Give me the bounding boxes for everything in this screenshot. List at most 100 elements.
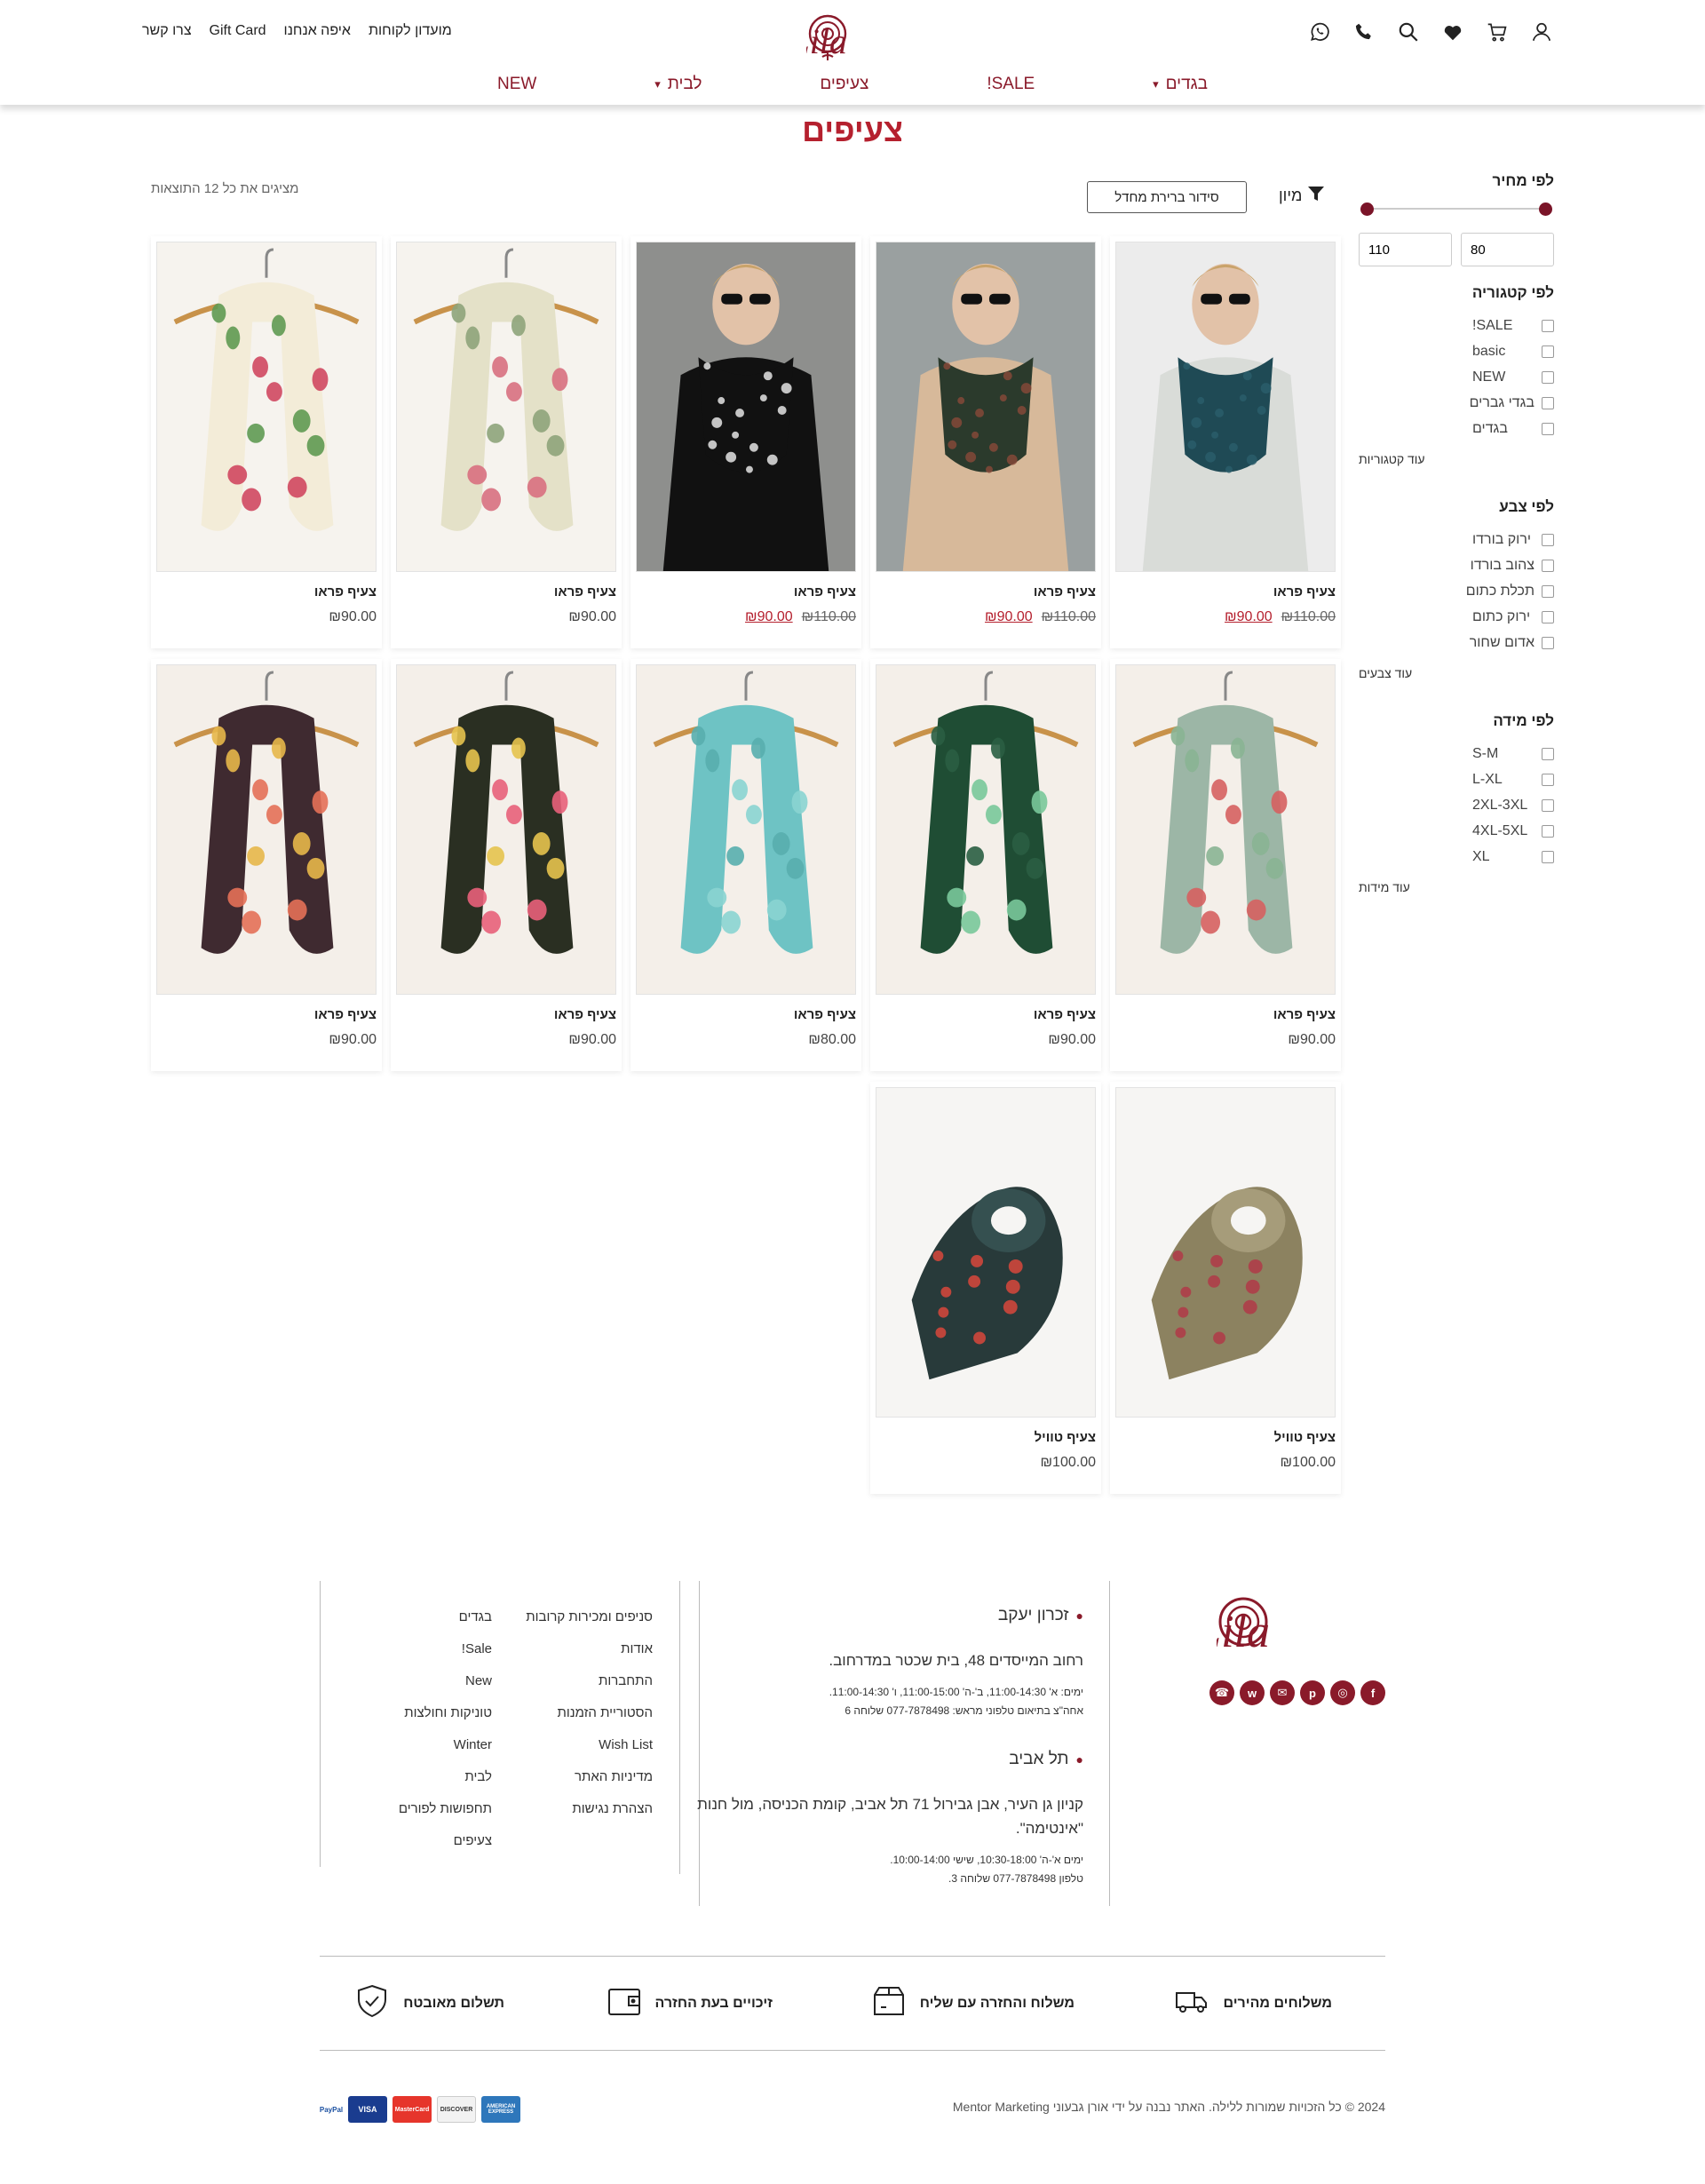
more-categories-link[interactable]: עוד קטגוריות <box>1359 452 1554 466</box>
product-image[interactable] <box>1115 1087 1336 1418</box>
product-card[interactable]: צעיף פראו ₪110.00 ₪90.00 <box>630 236 861 648</box>
footer-link[interactable]: Sale! <box>399 1641 492 1673</box>
price-slider-max-handle[interactable] <box>1539 203 1552 216</box>
product-card[interactable]: צעיף פראו ₪80.00 <box>630 659 861 1071</box>
price-slider[interactable] <box>1359 201 1554 217</box>
email-icon[interactable]: ✉ <box>1270 1680 1295 1705</box>
product-card[interactable]: צעיף טוויל ₪100.00 <box>1110 1082 1341 1494</box>
checkbox[interactable] <box>1542 850 1554 863</box>
search-icon[interactable] <box>1396 20 1421 44</box>
product-image[interactable] <box>636 242 856 572</box>
gift-card-link[interactable]: Gift Card <box>210 23 266 39</box>
whatsapp-icon[interactable] <box>1307 20 1332 44</box>
product-image[interactable] <box>876 664 1096 995</box>
footer-link[interactable]: New <box>399 1673 492 1705</box>
store-locations-link[interactable]: איפה אנחנו <box>284 23 351 39</box>
footer-link[interactable]: תחפושות לפורים <box>399 1801 492 1833</box>
footer-link[interactable]: טוניקות וחולצות <box>399 1705 492 1737</box>
nav-item-new[interactable]: NEW <box>497 75 536 94</box>
price-max-input[interactable] <box>1359 233 1452 266</box>
product-name[interactable]: צעיף פראו <box>1034 584 1096 600</box>
product-name[interactable]: צעיף פראו <box>314 1007 377 1022</box>
footer-link[interactable]: Wish List <box>526 1737 653 1769</box>
filter-option[interactable]: S-M <box>1359 741 1554 766</box>
filter-option[interactable]: 4XL-5XL <box>1359 818 1554 844</box>
price-min-input[interactable] <box>1461 233 1554 266</box>
footer-link[interactable]: הסטוריית הזמנות <box>526 1705 653 1737</box>
heart-icon[interactable] <box>1440 20 1465 44</box>
product-name[interactable]: צעיף פראו <box>794 1007 856 1022</box>
instagram-icon[interactable]: ◎ <box>1330 1680 1355 1705</box>
checkbox[interactable] <box>1542 584 1554 598</box>
product-name[interactable]: צעיף פראו <box>554 1007 616 1022</box>
product-image[interactable] <box>156 242 377 572</box>
filter-option[interactable]: אדום שחור <box>1359 630 1554 655</box>
footer-link[interactable]: הצהרת נגישות <box>526 1801 653 1833</box>
checkbox[interactable] <box>1542 370 1554 384</box>
checkbox[interactable] <box>1542 533 1554 546</box>
filter-option[interactable]: ירוק כתום <box>1359 604 1554 630</box>
product-image[interactable] <box>876 1087 1096 1418</box>
product-card[interactable]: צעיף פראו ₪110.00 ₪90.00 <box>1110 236 1341 648</box>
checkbox[interactable] <box>1542 422 1554 435</box>
product-name[interactable]: צעיף פראו <box>1273 584 1336 600</box>
product-card[interactable]: צעיף פראו ₪90.00 <box>391 659 622 1071</box>
product-image[interactable] <box>396 242 616 572</box>
product-name[interactable]: צעיף פראו <box>554 584 616 600</box>
price-slider-min-handle[interactable] <box>1360 203 1374 216</box>
product-card[interactable]: צעיף פראו ₪90.00 <box>870 659 1101 1071</box>
user-icon[interactable] <box>1529 20 1554 44</box>
nav-item-scarves[interactable]: צעיפים <box>820 75 868 94</box>
nav-item-sale[interactable]: SALE! <box>987 75 1035 94</box>
product-image[interactable] <box>1115 664 1336 995</box>
pinterest-icon[interactable]: p <box>1300 1680 1325 1705</box>
more-colors-link[interactable]: עוד צבעים <box>1359 666 1554 680</box>
product-card[interactable]: צעיף פראו ₪110.00 ₪90.00 <box>870 236 1101 648</box>
nav-item-home[interactable]: לבית ▾ <box>654 75 702 94</box>
checkbox[interactable] <box>1542 610 1554 623</box>
phone-icon[interactable] <box>1352 20 1376 44</box>
checkbox[interactable] <box>1542 319 1554 332</box>
product-name[interactable]: צעיף פראו <box>1034 1007 1096 1022</box>
filter-option[interactable]: בגדים <box>1359 416 1554 441</box>
filter-option[interactable]: 2XL-3XL <box>1359 792 1554 818</box>
product-name[interactable]: צעיף פראו <box>794 584 856 600</box>
checkbox[interactable] <box>1542 636 1554 649</box>
sort-select[interactable]: סידור ברירת מחדל <box>1087 181 1247 213</box>
product-image[interactable] <box>156 664 377 995</box>
more-sizes-link[interactable]: עוד מידות <box>1359 880 1554 894</box>
product-name[interactable]: צעיף פראו <box>1273 1007 1336 1022</box>
checkbox[interactable] <box>1542 559 1554 572</box>
filter-option[interactable]: SALE! <box>1359 313 1554 338</box>
checkbox[interactable] <box>1542 824 1554 838</box>
checkbox[interactable] <box>1542 345 1554 358</box>
footer-logo[interactable]: Lila <box>1194 1586 1376 1657</box>
product-name[interactable]: צעיף פראו <box>314 584 377 600</box>
checkbox[interactable] <box>1542 773 1554 786</box>
footer-link[interactable]: Winter <box>399 1737 492 1769</box>
footer-link[interactable]: התחברות <box>526 1673 653 1705</box>
footer-link[interactable]: מדיניות האתר <box>526 1769 653 1801</box>
product-image[interactable] <box>396 664 616 995</box>
customer-club-link[interactable]: מועדון לקוחות <box>369 23 452 39</box>
product-card[interactable]: צעיף פראו ₪90.00 <box>1110 659 1341 1071</box>
product-image[interactable] <box>636 664 856 995</box>
product-card[interactable]: צעיף פראו ₪90.00 <box>151 659 382 1071</box>
product-card[interactable]: צעיף פראו ₪90.00 <box>151 236 382 648</box>
checkbox[interactable] <box>1542 798 1554 812</box>
product-name[interactable]: צעיף טוויל <box>1274 1430 1336 1445</box>
footer-link[interactable]: אודות <box>526 1641 653 1673</box>
cart-icon[interactable] <box>1485 20 1510 44</box>
footer-link[interactable]: בגדים <box>399 1609 492 1641</box>
facebook-icon[interactable]: f <box>1360 1680 1385 1705</box>
product-card[interactable]: צעיף פראו ₪90.00 <box>391 236 622 648</box>
product-image[interactable] <box>1115 242 1336 572</box>
filter-option[interactable]: בגדי גברים <box>1359 390 1554 416</box>
filter-option[interactable]: תכלת כתום <box>1359 578 1554 604</box>
product-card[interactable]: צעיף טוויל ₪100.00 <box>870 1082 1101 1494</box>
filter-option[interactable]: basic <box>1359 338 1554 364</box>
nav-item-clothing[interactable]: בגדים ▾ <box>1153 75 1208 94</box>
footer-link[interactable]: צעיפים <box>399 1833 492 1865</box>
filter-option[interactable]: ירוק בורדו <box>1359 527 1554 552</box>
filter-option[interactable]: NEW <box>1359 364 1554 390</box>
